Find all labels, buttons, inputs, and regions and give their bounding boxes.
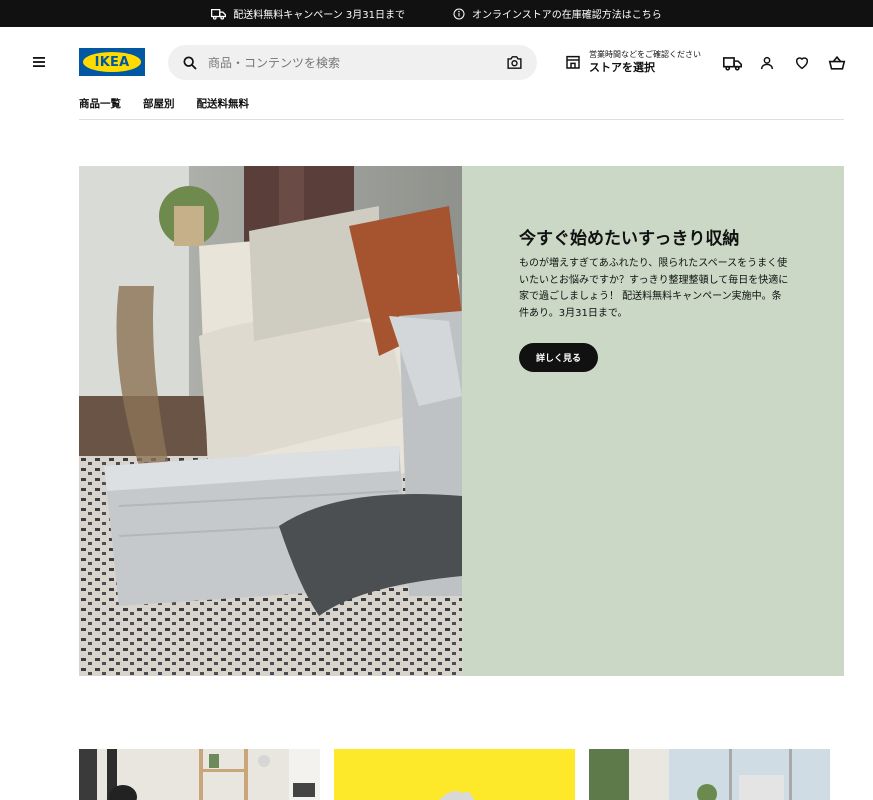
learn-more-button[interactable]: 詳しく見る (519, 343, 598, 372)
main-nav: 商品一覧 部屋別 配送料無料 (79, 96, 249, 111)
cart-button[interactable] (827, 53, 847, 73)
hamburger-icon (33, 57, 45, 67)
nav-item-free-shipping[interactable]: 配送料無料 (197, 96, 250, 111)
heart-icon (795, 57, 809, 70)
hero-image[interactable] (79, 166, 462, 676)
basket-icon (828, 55, 846, 70)
feature-card-2[interactable] (334, 749, 575, 800)
hero-banner: 今すぐ始めたいすっきり収納 ものが増えすぎてあふれたり、限られたスペースをうまく… (79, 166, 844, 676)
hero-title: 今すぐ始めたいすっきり収納 (519, 229, 740, 249)
storage-room-illustration (79, 166, 462, 676)
truck-icon (722, 56, 742, 71)
feature-card-3[interactable] (589, 749, 830, 800)
truck-icon (211, 8, 227, 20)
nav-item-products[interactable]: 商品一覧 (79, 96, 121, 111)
store-selector[interactable]: 営業時間などをご確認ください ストアを選択 (565, 44, 701, 80)
guitar-room-image (79, 749, 320, 800)
store-hint: 営業時間などをご確認ください (589, 50, 701, 59)
nav-item-rooms[interactable]: 部屋別 (143, 96, 175, 111)
feature-card-1[interactable] (79, 749, 320, 800)
shipping-promo-link[interactable]: 配送料無料キャンペーン 3月31日まで (211, 6, 405, 21)
user-icon (760, 56, 774, 70)
announcement-bar: 配送料無料キャンペーン 3月31日まで オンラインストアの在庫確認方法はこちら (0, 0, 873, 27)
stock-info-text: オンラインストアの在庫確認方法はこちら (471, 10, 662, 21)
menu-button[interactable] (30, 54, 48, 70)
search-input[interactable] (208, 55, 506, 70)
account-button[interactable] (757, 53, 777, 73)
shipping-promo-text: 配送料無料キャンペーン 3月31日まで (233, 10, 405, 21)
favorites-button[interactable] (792, 53, 812, 73)
camera-icon[interactable] (506, 54, 523, 71)
search-icon[interactable] (182, 55, 198, 71)
yellow-product-image (334, 749, 575, 800)
hero-description: ものが増えすぎてあふれたり、限られたスペースをうまく使いたいとお悩みですか？すっ… (519, 258, 789, 319)
nav-divider (79, 119, 844, 120)
info-icon (453, 8, 465, 19)
window-room-image (589, 749, 830, 800)
store-label: ストアを選択 (589, 61, 655, 74)
store-icon (566, 55, 580, 69)
search-bar (168, 45, 537, 80)
stock-info-link[interactable]: オンラインストアの在庫確認方法はこちら (453, 6, 662, 21)
delivery-button[interactable] (722, 53, 742, 73)
hero-text-panel: 今すぐ始めたいすっきり収納 ものが増えすぎてあふれたり、限られたスペースをうまく… (462, 166, 844, 676)
ikea-logo[interactable]: IKEA (79, 48, 145, 76)
